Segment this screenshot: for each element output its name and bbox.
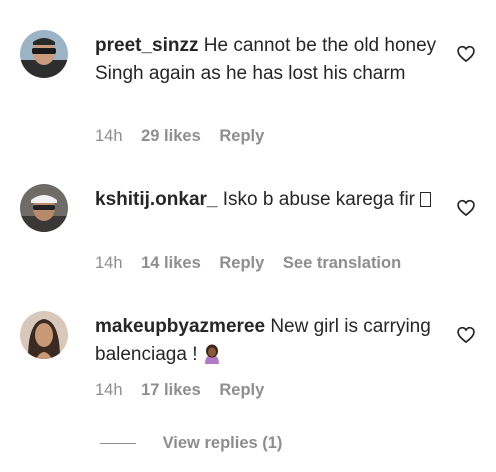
comment-time: 14h [95,381,123,399]
person-tipping-hand-emoji [204,344,219,364]
likes-count[interactable]: 17 likes [141,381,201,399]
view-replies-button[interactable]: View replies (1) [163,434,283,452]
comment-username[interactable]: preet_sinzz [95,35,198,56]
comment-body: preet_sinzz He cannot be the old honey S… [95,32,445,87]
comment-username[interactable]: makeupbyazmeree [95,316,265,337]
avatar[interactable] [20,30,68,78]
likes-count[interactable]: 14 likes [141,254,201,272]
view-replies: View replies (1) [100,434,282,453]
comment-meta: 14h 17 likes Reply [95,381,278,400]
avatar[interactable] [20,311,68,359]
comment-meta: 14h 14 likes Reply See translation [95,254,415,273]
heart-icon[interactable] [456,198,476,218]
comment-text: Isko b abuse karega fir [222,189,415,210]
divider-line [100,443,136,445]
comment-username[interactable]: kshitij.onkar_ [95,189,218,210]
reply-button[interactable]: Reply [219,254,264,272]
missing-glyph-icon [420,192,432,207]
likes-count[interactable]: 29 likes [141,127,201,145]
reply-button[interactable]: Reply [219,127,264,145]
avatar[interactable] [20,184,68,232]
reply-button[interactable]: Reply [219,381,264,399]
heart-icon[interactable] [456,44,476,64]
comment-time: 14h [95,127,123,145]
comment-meta: 14h 29 likes Reply [95,127,278,146]
comment-body: kshitij.onkar_ Isko b abuse karega fir [95,186,445,214]
comment-body: makeupbyazmeree New girl is carrying bal… [95,313,445,368]
heart-icon[interactable] [456,325,476,345]
comment-time: 14h [95,254,123,272]
see-translation-link[interactable]: See translation [283,254,401,272]
